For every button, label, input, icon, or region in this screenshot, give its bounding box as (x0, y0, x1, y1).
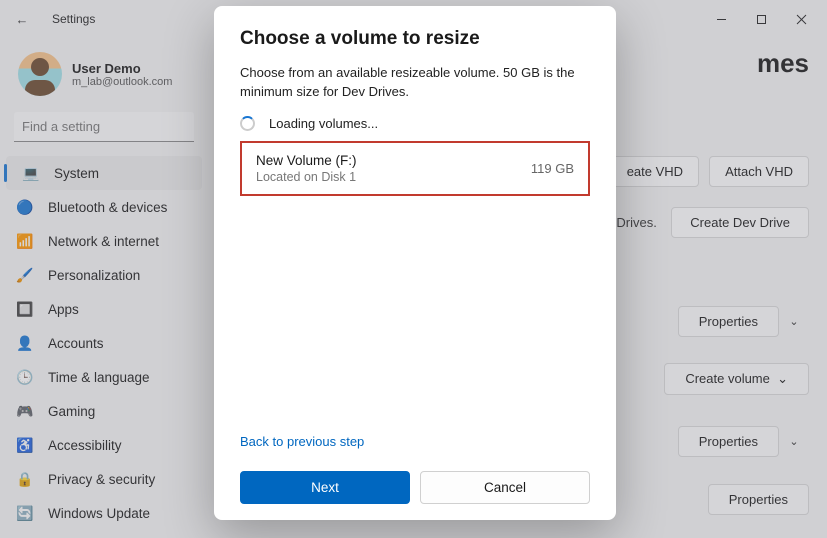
volume-name: New Volume (F:) (256, 153, 357, 168)
modal-title: Choose a volume to resize (240, 28, 590, 50)
volume-option[interactable]: New Volume (F:) Located on Disk 1 119 GB (240, 141, 590, 196)
volume-size: 119 GB (531, 161, 574, 176)
loading-row: Loading volumes... (240, 116, 590, 131)
resize-volume-modal: Choose a volume to resize Choose from an… (214, 6, 616, 520)
spinner-icon (240, 116, 255, 131)
cancel-button[interactable]: Cancel (420, 471, 590, 504)
volume-location: Located on Disk 1 (256, 170, 357, 184)
modal-description: Choose from an available resizeable volu… (240, 64, 590, 102)
loading-text: Loading volumes... (269, 116, 378, 131)
next-button[interactable]: Next (240, 471, 410, 504)
back-link[interactable]: Back to previous step (240, 434, 590, 449)
modal-button-row: Next Cancel (240, 471, 590, 504)
